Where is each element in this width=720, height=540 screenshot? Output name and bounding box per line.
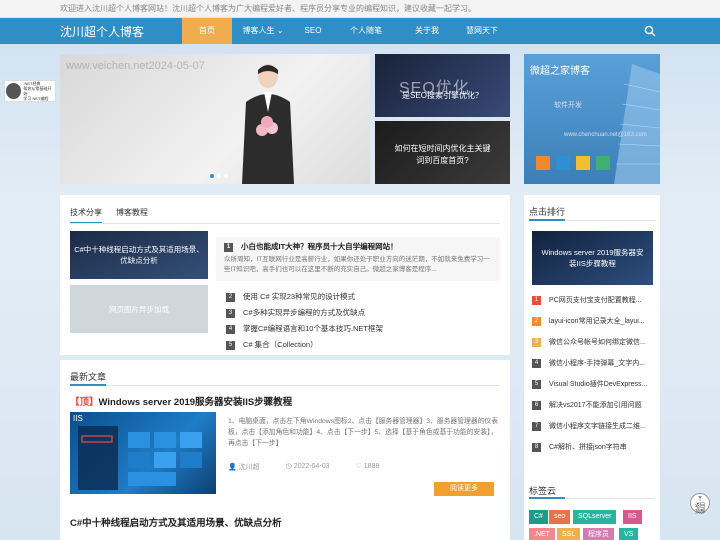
article-views: 1888 bbox=[363, 463, 380, 470]
side-banner-title: 微超之家博客 bbox=[530, 66, 590, 77]
hot-article-title: 小白也能成IT大神？程序员十大自学编程网站！ bbox=[241, 242, 398, 251]
slider-dot[interactable] bbox=[217, 174, 221, 178]
side-banner[interactable]: 微超之家博客 软件开发 www.chenchuan.net@163.com bbox=[524, 54, 660, 184]
main-nav: 沈川超个人博客 首页 博客人生 ⌄ SEO 个人随笔 关于我 慧网天下 bbox=[0, 18, 720, 44]
floating-ad-card[interactable]: .NET经典 帮你从零基础开始 学习.NET编程 bbox=[4, 80, 56, 102]
article-desc: 1、电脑桌面，点击左下角Windows图标2、点击【服务器管理器】3、服务器管理… bbox=[228, 418, 499, 447]
tag-item[interactable]: SSL bbox=[557, 528, 581, 540]
clock-icon: ◷ bbox=[285, 463, 292, 470]
tag-item[interactable]: .NET bbox=[529, 528, 555, 540]
hero-person-image bbox=[242, 64, 294, 184]
back-to-top-button[interactable]: ⤒ 返回 顶部 bbox=[690, 493, 710, 515]
list-item[interactable]: 4 微信小程序-手持弹幕_文字内... bbox=[532, 358, 653, 370]
list-item[interactable]: 8 C#解析、拼接json字符串 bbox=[532, 442, 653, 454]
rank-number: 1 bbox=[224, 242, 233, 252]
article-thumbnail[interactable]: IIS bbox=[70, 412, 216, 494]
tech-thumb-thread[interactable]: C#中十种线程启动方式及其适用场景、优缺点分析 bbox=[70, 231, 208, 279]
click-rank-panel: 点击排行 Windows server 2019服务器安装IIS步骤教程 1 PC… bbox=[524, 195, 660, 519]
tag-item[interactable]: IIS bbox=[623, 510, 642, 524]
ad-avatar bbox=[6, 83, 22, 99]
keyword-tile-caption-1: 如何在短时间内优化主关键 bbox=[394, 144, 491, 153]
list-item[interactable]: 3 微信公众号帐号如何绑定微信... bbox=[532, 337, 653, 349]
hot-article-desc: 众所周知，IT互联网行业是高薪行业，如果你还处于职业方向的迷茫期，不如就来免费学… bbox=[224, 256, 490, 273]
tab-divider bbox=[70, 223, 500, 224]
hero-slider[interactable]: www.veichen.net2024-05-07 bbox=[60, 54, 370, 184]
decorative-icons bbox=[536, 156, 610, 170]
nav-item-blog-life[interactable]: 博客人生 ⌄ bbox=[232, 18, 294, 44]
tab-tech-share[interactable]: 技术分享 bbox=[70, 207, 102, 224]
article-author: 沈川超 bbox=[238, 464, 260, 471]
latest-title: 最新文章 bbox=[70, 372, 107, 382]
rank-title: 点击排行 bbox=[529, 207, 566, 217]
side-banner-sub: 软件开发 bbox=[554, 102, 582, 109]
tech-share-panel: 技术分享 博客教程 C#中十种线程启动方式及其适用场景、优缺点分析 网页图片异步… bbox=[60, 195, 510, 355]
list-item[interactable]: 3 C#多种实现异步编程的方式及优缺点 bbox=[226, 307, 365, 319]
tech-tabs: 技术分享 博客教程 bbox=[70, 207, 148, 224]
latest-articles-panel: 最新文章 【顶】Windows server 2019服务器安装IIS步骤教程 … bbox=[60, 360, 510, 540]
tag-item[interactable]: C# bbox=[529, 510, 548, 524]
tag-item[interactable]: SQLserver bbox=[573, 510, 617, 524]
nav-item-home[interactable]: 首页 bbox=[182, 18, 232, 44]
read-more-button[interactable]: 阅读更多 bbox=[434, 482, 494, 496]
like-icon: ♡ bbox=[355, 463, 362, 470]
list-item[interactable]: 6 解决vs2017不能添加引用问题 bbox=[532, 400, 653, 412]
hero-watermark: www.veichen.net2024-05-07 bbox=[66, 60, 205, 72]
seo-tile[interactable]: SEO优化 是SEO搜索引擎优化？ bbox=[375, 54, 510, 117]
slider-dots bbox=[210, 174, 228, 178]
search-icon[interactable] bbox=[644, 25, 656, 37]
rank-thumbnail[interactable]: Windows server 2019服务器安装IIS步骤教程 bbox=[532, 231, 653, 285]
list-item[interactable]: 2 layui-icon常用记录大全_layui... bbox=[532, 316, 653, 328]
list-item[interactable]: 1 PC网页支付宝支付配置教程... bbox=[532, 295, 653, 307]
ad-line-1: 帮你从零基础开始 bbox=[23, 86, 52, 96]
nav-item-essays[interactable]: 个人随笔 bbox=[332, 18, 400, 44]
tag-item[interactable]: seo bbox=[549, 510, 571, 524]
list-item[interactable]: 2 使用 C# 实现23种常见的设计模式 bbox=[226, 291, 355, 303]
tag-cloud-panel: 标签云 C# seo SQLserver IIS .NET SSL 程序员 VS bbox=[524, 476, 660, 540]
article-date: 2022-04-03 bbox=[293, 463, 330, 470]
tag-item[interactable]: VS bbox=[619, 528, 639, 540]
article-title[interactable]: 【顶】Windows server 2019服务器安装IIS步骤教程 bbox=[70, 394, 292, 408]
seo-tile-caption: 是SEO搜索引擎优化？ bbox=[402, 91, 483, 100]
side-banner-contact: www.chenchuan.net@163.com bbox=[564, 132, 647, 138]
top-tag: 【顶】 bbox=[70, 397, 99, 408]
keyword-tile[interactable]: 如何在短时间内优化主关键 词到百度首页? bbox=[375, 121, 510, 184]
slider-dot[interactable] bbox=[224, 174, 228, 178]
nav-item-huiwang[interactable]: 慧网天下 bbox=[454, 18, 510, 44]
tab-blog-tutorial[interactable]: 博客教程 bbox=[116, 207, 148, 224]
user-icon: 👤 bbox=[228, 464, 237, 471]
top-welcome-bar: 欢迎进入沈川超个人博客网站！沈川超个人博客为广大编程爱好者、程序员分享专业的编程… bbox=[0, 0, 720, 18]
nav-item-seo[interactable]: SEO bbox=[294, 18, 332, 44]
tag-item[interactable]: 程序员 bbox=[583, 528, 614, 540]
ad-line-2: 学习.NET编程 bbox=[23, 96, 49, 101]
site-logo[interactable]: 沈川超个人博客 bbox=[60, 23, 182, 40]
tag-cloud-title: 标签云 bbox=[529, 486, 557, 496]
keyword-tile-caption-2: 词到百度首页? bbox=[416, 156, 469, 165]
article-title-2[interactable]: C#中十种线程启动方式及其适用场景、优缺点分析 bbox=[70, 515, 282, 529]
article-meta: 👤 沈川超 ◷ 2022-04-03 ♡ 1888 bbox=[228, 462, 379, 472]
article-thumbnail-label: IIS bbox=[73, 414, 83, 423]
nav-item-about[interactable]: 关于我 bbox=[400, 18, 454, 44]
list-item[interactable]: 5 Visual Studio插件DevExpress... bbox=[532, 379, 653, 391]
hot-article[interactable]: 1 小白也能成IT大神？程序员十大自学编程网站！ 众所周知，IT互联网行业是高薪行… bbox=[216, 237, 500, 281]
tech-thumb-image-load[interactable]: 网页图片异步加载 bbox=[70, 285, 208, 333]
slider-dot[interactable] bbox=[210, 174, 214, 178]
list-item[interactable]: 4 掌握C#编程语言和10个基本技巧.NET框架 bbox=[226, 323, 383, 335]
welcome-text: 欢迎进入沈川超个人博客网站！沈川超个人博客为广大编程爱好者、程序员分享专业的编程… bbox=[60, 4, 476, 13]
list-item[interactable]: 5 C# 集合（Collection） bbox=[226, 339, 318, 351]
list-item[interactable]: 7 微信小程序文字链接生成二维... bbox=[532, 421, 653, 433]
